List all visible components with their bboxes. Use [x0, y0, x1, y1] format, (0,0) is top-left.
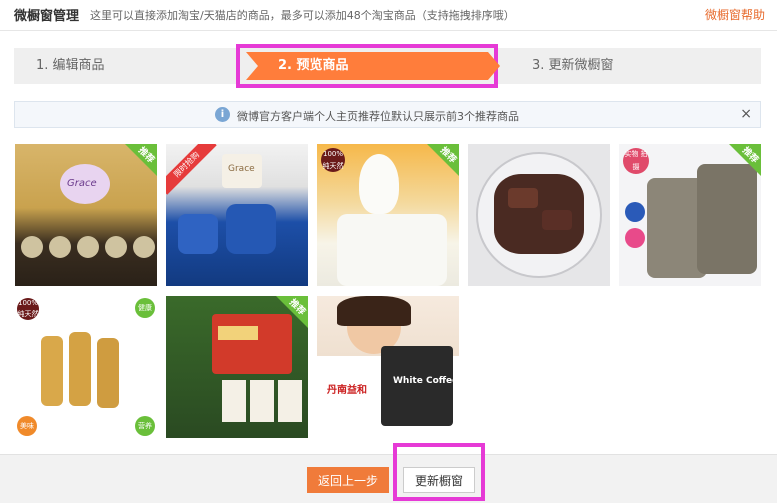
natural-badge: 100% 纯天然 [321, 148, 345, 172]
tasty-badge: 美味 [17, 416, 37, 436]
page-title: 微橱窗管理 [14, 9, 80, 24]
product-tile[interactable]: 100% 纯天然 健康 美味 营养 [15, 296, 157, 438]
step-preview-products: 2. 预览商品 [236, 44, 500, 88]
product-tile[interactable]: 100% 纯天然 推荐 [317, 144, 459, 286]
page-description: 这里可以直接添加淘宝/天猫店的商品，最多可以添加48个淘宝商品（支持拖拽排序哦） [90, 9, 515, 22]
product-tile[interactable]: White Coffee 丹南益和 [317, 296, 459, 438]
product-brand-text: Grace [67, 178, 97, 189]
product-tile[interactable]: Grace 推荐 [15, 144, 157, 286]
back-button[interactable]: 返回上一步 [307, 467, 389, 493]
step-edit-products: 1. 编辑商品 [36, 58, 105, 73]
real-photo-badge: 实物 拍摄 [623, 148, 649, 174]
product-brand-text: Grace [228, 164, 255, 174]
step-preview-label: 2. 预览商品 [278, 58, 349, 73]
help-link[interactable]: 微橱窗帮助 [705, 6, 765, 23]
close-icon[interactable]: × [740, 106, 752, 122]
info-icon: i [215, 107, 230, 122]
page-header: 微橱窗管理 这里可以直接添加淘宝/天猫店的商品，最多可以添加48个淘宝商品（支持… [0, 0, 777, 31]
product-brand-text: White Coffee [393, 376, 459, 386]
flash-sale-ribbon: 限时抢购 [166, 144, 217, 195]
notice-text: 微博官方客户端个人主页推荐位默认只展示前3个推荐商品 [237, 110, 519, 123]
update-button-highlight: 更新橱窗 [393, 443, 485, 501]
healthy-badge: 健康 [135, 298, 155, 318]
step-update-window: 3. 更新微橱窗 [532, 58, 614, 73]
watermark-logo: Bai 经验 [590, 422, 690, 450]
product-tile[interactable] [468, 144, 610, 286]
natural-badge: 100% 纯天然 [17, 298, 39, 320]
product-tile[interactable]: 推荐 [166, 296, 308, 438]
product-brand-chinese: 丹南益和 [327, 385, 367, 396]
product-tile[interactable]: Grace 限时抢购 [166, 144, 308, 286]
nutrition-badge: 营养 [135, 416, 155, 436]
product-tile[interactable]: 实物 拍摄 推荐 [619, 144, 761, 286]
info-notice: i 微博官方客户端个人主页推荐位默认只展示前3个推荐商品 × [14, 101, 761, 128]
update-window-button[interactable]: 更新橱窗 [403, 467, 475, 493]
